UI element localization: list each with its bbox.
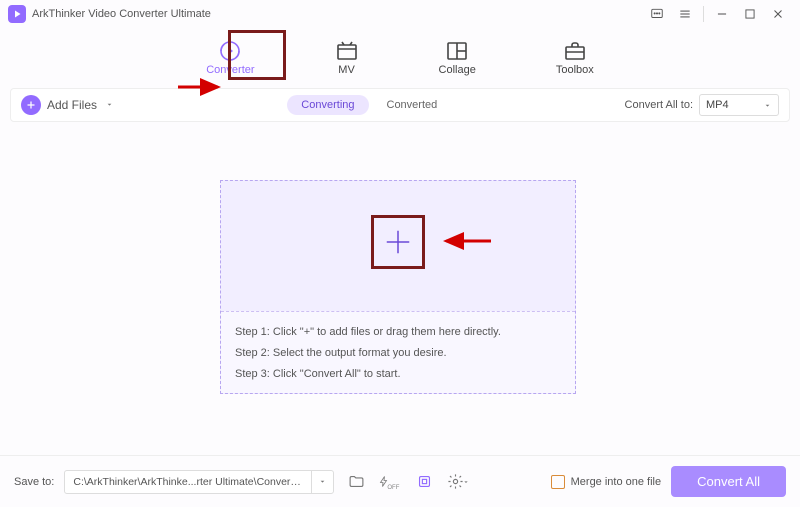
toolbox-icon (563, 40, 587, 62)
open-folder-button[interactable] (344, 470, 368, 494)
add-files-button[interactable]: Add Files (21, 95, 114, 115)
tab-toolbox[interactable]: Toolbox (546, 36, 604, 80)
output-format-select[interactable]: MP4 (699, 94, 779, 116)
toolbar: Add Files Converting Converted Convert A… (10, 88, 790, 122)
dropzone-instructions: Step 1: Click "+" to add files or drag t… (221, 311, 575, 393)
chevron-down-icon (763, 101, 772, 110)
step2-text: Step 2: Select the output format you des… (235, 343, 561, 364)
plus-icon (21, 95, 41, 115)
tab-label: Converter (206, 64, 254, 76)
step1-text: Step 1: Click "+" to add files or drag t… (235, 322, 561, 343)
merge-label: Merge into one file (571, 476, 662, 488)
format-value: MP4 (706, 99, 729, 111)
tab-converter[interactable]: Converter (196, 36, 264, 80)
merge-checkbox[interactable]: Merge into one file (551, 475, 662, 489)
chevron-down-icon (105, 98, 114, 112)
seg-converting[interactable]: Converting (287, 95, 368, 115)
bottombar: Save to: C:\ArkThinker\ArkThinke...rter … (0, 455, 800, 507)
mv-icon (335, 40, 359, 62)
hardware-accel-icon[interactable]: OFF (378, 470, 402, 494)
menu-icon[interactable] (671, 4, 699, 24)
app-window: ArkThinker Video Converter Ultimate Conv… (0, 0, 800, 507)
maximize-button[interactable] (736, 4, 764, 24)
chevron-down-icon (318, 477, 327, 486)
tab-label: MV (338, 64, 355, 76)
main-area: Step 1: Click "+" to add files or drag t… (0, 122, 800, 455)
tab-collage[interactable]: Collage (429, 36, 486, 80)
convert-all-button[interactable]: Convert All (671, 466, 786, 497)
feedback-icon[interactable] (643, 4, 671, 24)
app-logo (8, 5, 26, 23)
app-title: ArkThinker Video Converter Ultimate (32, 8, 211, 20)
dropzone[interactable]: Step 1: Click "+" to add files or drag t… (220, 180, 576, 394)
minimize-button[interactable] (708, 4, 736, 24)
add-files-plus-button[interactable] (371, 215, 425, 269)
settings-button[interactable] (446, 470, 470, 494)
save-path-value: C:\ArkThinker\ArkThinke...rter Ultimate\… (65, 476, 311, 488)
gpu-icon[interactable] (412, 470, 436, 494)
save-path-dropdown[interactable] (311, 471, 333, 493)
convert-all-to-row: Convert All to: MP4 (625, 94, 779, 116)
status-segment: Converting Converted (287, 95, 451, 115)
save-path-field[interactable]: C:\ArkThinker\ArkThinke...rter Ultimate\… (64, 470, 334, 494)
titlebar: ArkThinker Video Converter Ultimate (0, 0, 800, 28)
add-files-label: Add Files (47, 98, 97, 112)
checkbox-icon (551, 475, 565, 489)
tab-label: Collage (439, 64, 476, 76)
save-to-label: Save to: (14, 476, 54, 488)
tab-mv[interactable]: MV (325, 36, 369, 80)
step3-text: Step 3: Click "Convert All" to start. (235, 364, 561, 385)
chevron-down-icon (462, 478, 470, 486)
seg-converted[interactable]: Converted (373, 95, 452, 115)
convert-all-to-label: Convert All to: (625, 99, 693, 111)
close-button[interactable] (764, 4, 792, 24)
main-nav: Converter MV Collage Toolbox (0, 28, 800, 88)
tab-label: Toolbox (556, 64, 594, 76)
collage-icon (445, 40, 469, 62)
converter-icon (218, 40, 242, 62)
